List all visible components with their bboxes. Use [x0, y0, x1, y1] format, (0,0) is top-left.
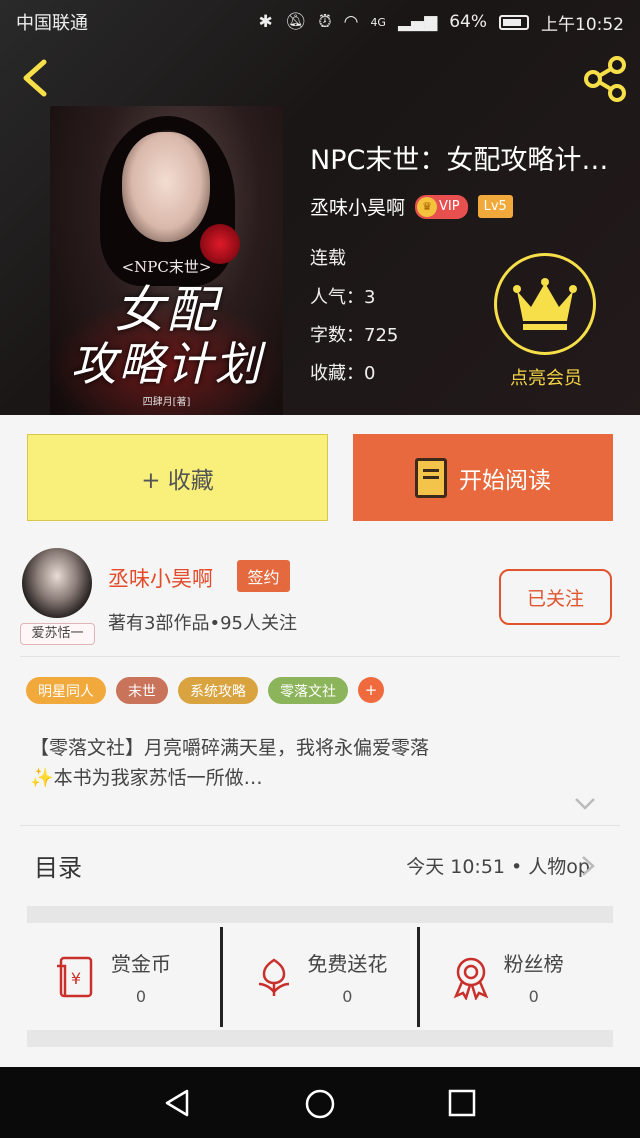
section-separator: [27, 1030, 613, 1047]
action-count: 0: [528, 987, 539, 1006]
signed-badge: 签约: [237, 560, 290, 592]
start-reading-label: 开始阅读: [459, 467, 551, 494]
member-button[interactable]: [494, 253, 596, 355]
book-icon: [415, 457, 447, 498]
network-label: 4G: [370, 15, 386, 29]
tag-item[interactable]: 明星同人: [26, 677, 106, 704]
share-icon: [584, 56, 626, 102]
avatar[interactable]: [22, 548, 92, 618]
action-count: 0: [135, 987, 147, 1006]
follow-button[interactable]: 已关注: [499, 569, 612, 625]
tag-item[interactable]: 系统攻略: [178, 677, 258, 704]
toc-label: 目录: [34, 854, 82, 882]
author-info: 著有3部作品•95人关注: [108, 613, 297, 634]
nav-home-icon[interactable]: [304, 1088, 336, 1120]
author-name[interactable]: 丞味小昊啊: [310, 193, 405, 220]
battery-icon: [499, 14, 529, 30]
cover-title-line2: 攻略计划: [70, 337, 263, 391]
author-row: 丞味小昊啊 ♛ VIP Lv5: [310, 193, 513, 220]
crown-icon: [513, 278, 577, 330]
red-envelope-icon: ¥: [57, 956, 93, 998]
favorite-button[interactable]: + 收藏: [27, 434, 328, 521]
section-separator: [27, 906, 613, 923]
book-cover[interactable]: <NPC末世> 女配 攻略计划 四肆月[著]: [50, 106, 283, 415]
system-navigation-bar: [0, 1067, 640, 1138]
reward-coins-button[interactable]: ¥ 赏金币 0: [27, 927, 220, 1027]
author-card-name[interactable]: 丞味小昊啊: [108, 563, 213, 593]
tag-list: 明星同人 末世 系统攻略 零落文社 +: [26, 677, 384, 704]
table-of-contents-row[interactable]: 目录 今天 10:51 • 人物op: [0, 830, 640, 900]
book-description[interactable]: 【零落文社】月亮嚼碎满天星，我将永偏爱零落 ✨本书为我家苏恬一所做…: [30, 733, 590, 793]
start-reading-button[interactable]: 开始阅读: [353, 434, 613, 521]
chevron-left-icon: [23, 59, 47, 97]
book-popularity: 人气：3: [310, 287, 376, 308]
action-label: 免费送花: [307, 952, 388, 976]
divider: [20, 656, 620, 657]
send-flower-button[interactable]: 免费送花 0: [220, 927, 416, 1027]
tag-item[interactable]: 零落文社: [268, 677, 348, 704]
chevron-right-icon: [582, 856, 595, 876]
member-label[interactable]: 点亮会员: [486, 364, 606, 390]
flower-icon: [259, 958, 290, 996]
book-detail-body: + 收藏 开始阅读 爱苏恬一 丞味小昊啊 签约 著有3部作品•95人关注 已关注…: [0, 415, 640, 1067]
nav-recents-icon[interactable]: [448, 1089, 476, 1117]
support-actions: ¥ 赏金币 0 免费送花 0 粉丝榜 0: [27, 927, 613, 1027]
crown-icon: ♛: [417, 196, 438, 217]
bluetooth-icon: ✱: [258, 12, 273, 32]
back-button[interactable]: [14, 56, 58, 100]
book-title: NPC末世：女配攻略计…: [310, 145, 609, 176]
vip-badge: ♛ VIP: [415, 194, 468, 219]
cover-author: 四肆月[著]: [142, 397, 191, 408]
book-header: 中国联通 ✱ 🔕︎ ⏰︎ ◠ 4G ▂▄▆ 64% 上午10:52 <NPC末世…: [0, 0, 640, 415]
status-icons: ✱ 🔕︎ ⏰︎ ◠ 4G ▂▄▆ 64% 上午10:52: [258, 10, 624, 35]
wifi-icon: ◠: [343, 12, 359, 32]
description-line: ✨本书为我家苏恬一所做…: [30, 767, 263, 789]
book-word-count: 字数：725: [310, 325, 399, 346]
clock: 上午10:52: [541, 14, 624, 35]
level-badge: Lv5: [477, 195, 513, 218]
medal-icon: [453, 957, 489, 1000]
avatar-tag: 爱苏恬一: [20, 623, 95, 645]
fan-ranking-button[interactable]: 粉丝榜 0: [416, 927, 613, 1027]
more-tags-button[interactable]: +: [358, 677, 384, 703]
book-favorites: 收藏：0: [310, 363, 376, 384]
latest-chapter: 今天 10:51 • 人物op: [406, 856, 590, 878]
action-label: 赏金币: [111, 952, 171, 976]
divider: [20, 825, 620, 826]
mute-icon: 🔕︎: [284, 12, 307, 32]
action-label: 粉丝榜: [503, 952, 564, 976]
book-status: 连载: [310, 248, 346, 269]
chevron-down-icon[interactable]: [574, 797, 596, 811]
action-count: 0: [342, 987, 353, 1006]
battery-percent: 64%: [449, 12, 487, 32]
share-button[interactable]: [580, 54, 630, 104]
tag-item[interactable]: 末世: [116, 677, 168, 704]
signal-icon: ▂▄▆: [397, 12, 438, 32]
svg-text:¥: ¥: [71, 969, 81, 988]
alarm-icon: ⏰︎: [318, 12, 332, 32]
nav-back-icon[interactable]: [163, 1088, 193, 1118]
status-bar: 中国联通 ✱ 🔕︎ ⏰︎ ◠ 4G ▂▄▆ 64% 上午10:52: [0, 0, 640, 44]
carrier-label: 中国联通: [16, 13, 88, 34]
description-line: 【零落文社】月亮嚼碎满天星，我将永偏爱零落: [30, 737, 430, 759]
